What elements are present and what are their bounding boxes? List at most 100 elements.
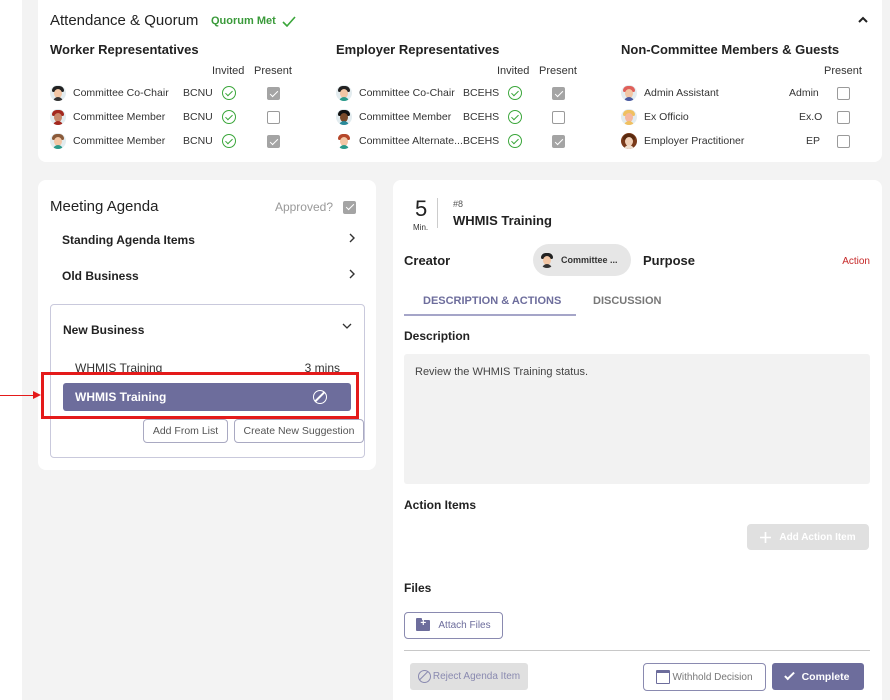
avatar [50, 133, 66, 149]
add-action-item-label: Add Action Item [779, 531, 856, 543]
divider [404, 650, 870, 651]
member-role: Employer Practitioner [644, 135, 745, 147]
avatar [50, 85, 66, 101]
present-checkbox[interactable] [837, 87, 850, 100]
present-checkbox[interactable] [267, 111, 280, 124]
member-role: Committee Co-Chair [359, 87, 455, 99]
member-row: Committee Alternate... [336, 132, 463, 150]
creator-label: Creator [404, 253, 451, 268]
complete-label: Complete [801, 670, 850, 683]
chevron-down-icon[interactable] [342, 321, 352, 333]
agenda-section-old-business[interactable]: Old Business [62, 269, 356, 283]
attendance-title: Attendance & Quorum [50, 12, 199, 29]
non-committee-guests-group: Non-Committee Members & Guests Present A… [621, 42, 871, 149]
invited-check-icon [508, 110, 522, 124]
add-action-item-button[interactable]: Add Action Item [747, 524, 869, 550]
invited-check-icon [222, 86, 236, 100]
group-title: Worker Representatives [50, 42, 199, 57]
chevron-right-icon [349, 232, 356, 246]
present-checkbox[interactable] [552, 111, 565, 124]
annotation-arrow-head [33, 391, 41, 399]
member-row: Committee Member [50, 108, 165, 126]
item-title: WHMIS Training [453, 213, 552, 228]
annotation-arrow [0, 395, 34, 397]
meeting-agenda-card: Meeting Agenda Approved? Standing Agenda… [38, 180, 376, 470]
member-role: Committee Co-Chair [73, 87, 169, 99]
chevron-right-icon [349, 268, 356, 282]
tab-description-actions[interactable]: DESCRIPTION & ACTIONS [423, 295, 561, 307]
avatar [336, 109, 352, 125]
check-icon [783, 669, 795, 681]
member-role: Ex Officio [644, 111, 689, 123]
avatar [336, 85, 352, 101]
attach-files-button[interactable]: Attach Files [404, 612, 503, 639]
attendance-card: Attendance & Quorum Quorum Met Worker Re… [38, 0, 882, 162]
member-org: BCEHS [463, 111, 500, 123]
group-title: Employer Representatives [336, 42, 500, 57]
check-icon [282, 15, 296, 27]
avatar [336, 133, 352, 149]
present-checkbox[interactable] [837, 135, 850, 148]
member-row: Committee Co-Chair [50, 84, 169, 102]
member-row: Committee Co-Chair [336, 84, 455, 102]
section-label: Standing Agenda Items [62, 233, 195, 247]
add-from-list-button[interactable]: Add From List [143, 419, 228, 443]
plus-icon [760, 531, 772, 543]
block-icon [417, 670, 431, 683]
member-org: BCNU [183, 135, 213, 147]
avatar [621, 133, 637, 149]
agenda-title: Meeting Agenda [50, 198, 159, 215]
create-suggestion-button[interactable]: Create New Suggestion [234, 419, 364, 443]
reject-agenda-item-button[interactable]: Reject Agenda Item [410, 663, 528, 690]
employer-representatives-group: Employer Representatives Invited Present… [336, 42, 606, 149]
invited-check-icon [222, 110, 236, 124]
purpose-label: Purpose [643, 253, 696, 268]
chevron-up-icon[interactable] [858, 12, 868, 26]
present-header: Present [539, 65, 577, 77]
divider [437, 198, 438, 228]
member-org: BCNU [183, 87, 213, 99]
description-label: Description [404, 329, 471, 343]
approved-checkbox[interactable] [343, 200, 356, 214]
description-field[interactable]: Review the WHMIS Training status. [404, 354, 870, 484]
calendar-icon [656, 670, 671, 684]
section-label[interactable]: New Business [63, 323, 144, 337]
files-label: Files [404, 581, 432, 595]
group-title: Non-Committee Members & Guests [621, 42, 840, 57]
creator-chip[interactable]: Committee ... [533, 244, 631, 276]
attach-files-label: Attach Files [438, 620, 491, 631]
present-header: Present [824, 65, 862, 77]
item-number: #8 [453, 199, 464, 209]
member-org: Admin [789, 87, 819, 99]
withhold-decision-button[interactable]: Withhold Decision [643, 663, 766, 691]
member-row: Employer Practitioner [621, 132, 744, 150]
duration-value: 5 [415, 196, 428, 221]
member-org: BCEHS [463, 87, 500, 99]
agenda-section-standing[interactable]: Standing Agenda Items [62, 233, 356, 247]
avatar [50, 109, 66, 125]
present-checkbox[interactable] [837, 111, 850, 124]
present-checkbox[interactable] [267, 87, 280, 100]
member-org: EP [806, 135, 821, 147]
invited-check-icon [508, 134, 522, 148]
folder-add-icon [416, 618, 431, 631]
action-items-label: Action Items [404, 498, 477, 512]
section-label: Old Business [62, 269, 139, 283]
member-org: BCEHS [463, 135, 500, 147]
reject-label: Reject Agenda Item [432, 671, 521, 682]
member-row: Committee Member [50, 132, 165, 150]
withhold-label: Withhold Decision [672, 671, 753, 683]
invited-check-icon [508, 86, 522, 100]
tab-discussion[interactable]: DISCUSSION [593, 295, 661, 307]
invited-check-icon [222, 134, 236, 148]
present-checkbox[interactable] [552, 135, 565, 148]
member-org: BCNU [183, 111, 213, 123]
member-role: Committee Alternate... [359, 135, 463, 147]
approved-label: Approved? [274, 200, 333, 214]
quorum-status: Quorum Met [211, 15, 296, 27]
present-checkbox[interactable] [552, 87, 565, 100]
member-role: Committee Member [73, 111, 166, 123]
complete-button[interactable]: Complete [772, 663, 864, 690]
invited-header: Invited [497, 65, 530, 77]
present-checkbox[interactable] [267, 135, 280, 148]
